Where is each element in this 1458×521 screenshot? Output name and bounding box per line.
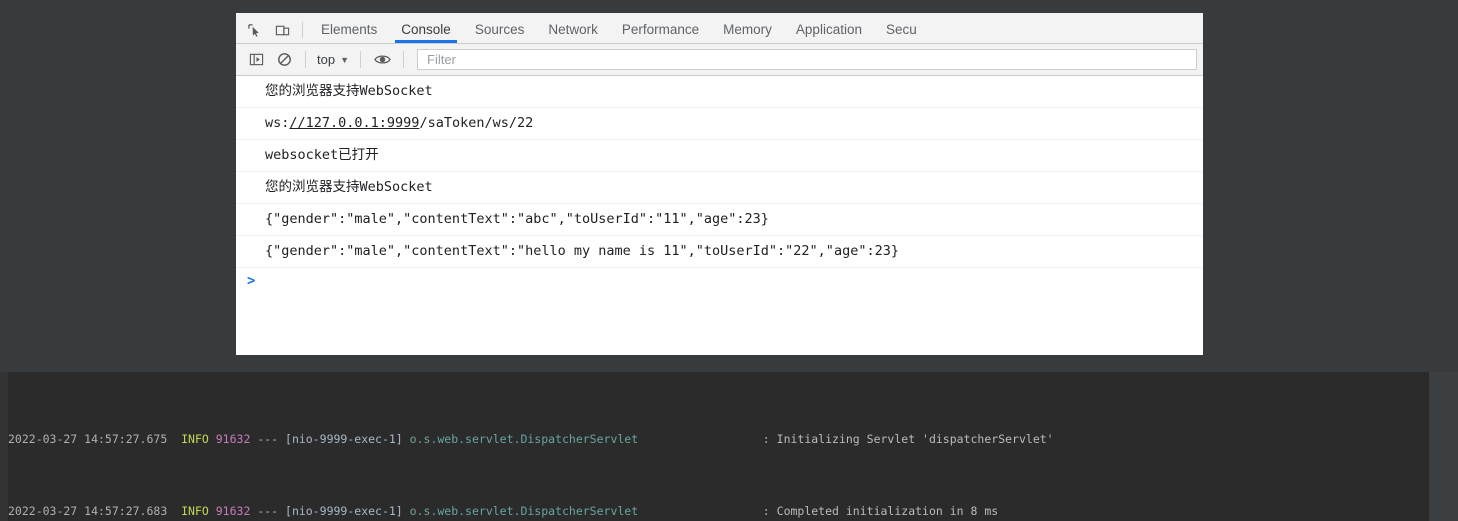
inspect-element-icon[interactable] xyxy=(240,17,268,43)
console-message[interactable]: ws://127.0.0.1:9999/saToken/ws/22 xyxy=(236,108,1203,140)
log-logger: o.s.web.servlet.DispatcherServlet xyxy=(409,431,639,446)
tab-elements[interactable]: Elements xyxy=(309,15,389,43)
log-message: Completed initialization in 8 ms xyxy=(776,504,999,519)
message-prefix: ws: xyxy=(265,115,290,131)
message-prefix: websocket已打开 xyxy=(265,147,379,163)
toolbar-divider-2 xyxy=(360,51,361,68)
clear-console-icon[interactable] xyxy=(270,47,298,73)
tab-application[interactable]: Application xyxy=(784,15,874,43)
log-dashes: --- xyxy=(257,431,279,446)
screen-root: Elements Console Sources Network Perform… xyxy=(0,0,1458,521)
log-gutter xyxy=(0,372,8,521)
console-sidebar-icon[interactable] xyxy=(242,47,270,73)
tab-console[interactable]: Console xyxy=(389,15,463,43)
message-prefix: 您的浏览器支持WebSocket xyxy=(265,83,433,99)
log-date: 2022-03-27 14:57:27.675 xyxy=(8,431,168,446)
chevron-down-icon: ▼ xyxy=(340,54,349,65)
tab-sources[interactable]: Sources xyxy=(463,15,537,43)
prompt-chevron-icon: > xyxy=(247,273,256,289)
tab-network[interactable]: Network xyxy=(536,15,610,43)
log-dashes: --- xyxy=(257,504,279,519)
log-pid: 91632 xyxy=(215,504,251,519)
log-pad xyxy=(638,504,763,518)
toolbar-divider-1 xyxy=(305,51,306,68)
message-suffix: /saToken/ws/22 xyxy=(419,115,534,131)
log-level: INFO xyxy=(181,431,209,446)
execution-context-value: top xyxy=(317,52,336,67)
devtools-tabbar: Elements Console Sources Network Perform… xyxy=(236,13,1203,44)
console-message[interactable]: 您的浏览器支持WebSocket xyxy=(236,172,1203,204)
tab-performance[interactable]: Performance xyxy=(610,15,711,43)
log-pad xyxy=(638,432,763,446)
toolbar-divider-3 xyxy=(403,51,404,68)
log-colon: : xyxy=(762,504,777,519)
log-thread: [nio-9999-exec-1] xyxy=(285,504,403,519)
device-toolbar-icon[interactable] xyxy=(268,17,296,43)
filter-placeholder: Filter xyxy=(427,52,456,67)
log-scrollbar[interactable] xyxy=(1429,372,1458,521)
console-toolbar: top ▼ Filter xyxy=(236,44,1203,76)
log-level: INFO xyxy=(181,504,209,519)
tab-memory[interactable]: Memory xyxy=(711,15,784,43)
message-prefix: 您的浏览器支持WebSocket xyxy=(265,179,433,195)
message-prefix: {"gender":"male","contentText":"abc","to… xyxy=(265,211,769,227)
console-message[interactable]: {"gender":"male","contentText":"abc","to… xyxy=(236,204,1203,236)
console-message[interactable]: 您的浏览器支持WebSocket xyxy=(236,76,1203,108)
tabbar-divider xyxy=(302,22,303,38)
console-message-list: 您的浏览器支持WebSocket ws://127.0.0.1:9999/saT… xyxy=(236,76,1203,295)
log-message: Initializing Servlet 'dispatcherServlet' xyxy=(776,431,1054,446)
console-message[interactable]: {"gender":"male","contentText":"hello my… xyxy=(236,236,1203,268)
console-prompt[interactable]: > xyxy=(236,268,1203,295)
log-pid: 91632 xyxy=(215,431,251,446)
log-line: 2022-03-27 14:57:27.675 INFO 91632 --- [… xyxy=(8,430,1429,448)
message-prefix: {"gender":"male","contentText":"hello my… xyxy=(265,243,899,259)
log-logger: o.s.web.servlet.DispatcherServlet xyxy=(409,504,639,519)
execution-context-select[interactable]: top ▼ xyxy=(313,50,353,69)
console-input[interactable] xyxy=(255,268,1203,295)
console-message[interactable]: websocket已打开 xyxy=(236,140,1203,172)
tab-security[interactable]: Secu xyxy=(874,15,929,43)
devtools-window: Elements Console Sources Network Perform… xyxy=(236,13,1203,355)
log-thread: [nio-9999-exec-1] xyxy=(285,431,403,446)
live-expression-icon[interactable] xyxy=(368,47,396,73)
run-console-panel: 2022-03-27 14:57:27.675 INFO 91632 --- [… xyxy=(0,372,1458,521)
message-link[interactable]: //127.0.0.1:9999 xyxy=(289,115,419,131)
filter-input[interactable]: Filter xyxy=(417,49,1197,70)
log-colon: : xyxy=(762,431,777,446)
log-output[interactable]: 2022-03-27 14:57:27.675 INFO 91632 --- [… xyxy=(8,375,1429,521)
log-date: 2022-03-27 14:57:27.683 xyxy=(8,504,168,519)
log-line: 2022-03-27 14:57:27.683 INFO 91632 --- [… xyxy=(8,502,1429,520)
